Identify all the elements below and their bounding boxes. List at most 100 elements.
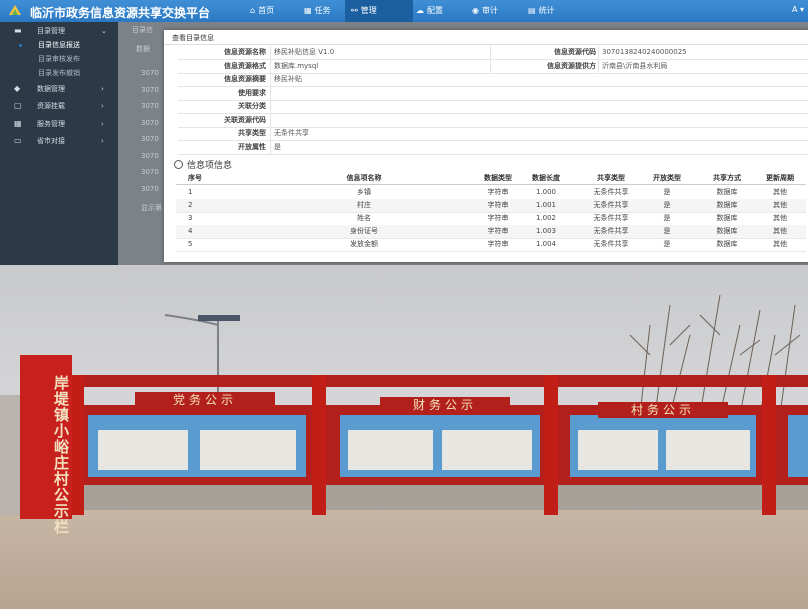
- background-row-id: 3070: [141, 151, 159, 160]
- metadata-label: 信息资源摘要: [224, 75, 266, 83]
- table-row: 3 姓名 字符串 1.002 无条件共享 是 数据库 其他: [176, 212, 806, 226]
- nav-tab-5[interactable]: ▤ 统计: [522, 0, 580, 22]
- table-cell: 无条件共享: [593, 240, 629, 248]
- chevron-right-icon: ›: [101, 85, 104, 93]
- table-cell: 5: [188, 240, 193, 248]
- nav-tab-0[interactable]: ⌂ 首页: [244, 0, 302, 22]
- metadata-row: 信息资源摘要 移民补贴: [178, 73, 808, 87]
- table-cell: 3: [188, 214, 193, 222]
- sidebar-group-3[interactable]: ▦ 服务管理 ›: [0, 116, 118, 132]
- metadata-value: 移民补贴: [274, 75, 302, 83]
- table-cell: 数据库: [716, 188, 738, 196]
- table-cell: 是: [663, 214, 671, 222]
- sidebar-group-0[interactable]: ▬ 目录管理 ⌄: [0, 23, 118, 39]
- chart-icon: ▤: [528, 6, 536, 15]
- share-icon: ⚯: [351, 6, 358, 15]
- chevron-right-icon: ›: [101, 137, 104, 145]
- user-menu-icon[interactable]: A ▾: [792, 5, 804, 14]
- village-notice-board-photo: 岸堤镇小峪庄村公示栏 党务公示 财务公示 村务公示: [0, 265, 808, 609]
- table-row: 4 身份证号 字符串 1.003 无条件共享 是 数据库 其他: [176, 225, 806, 239]
- sidebar-item-0[interactable]: 目录信息报送: [0, 39, 118, 52]
- background-row-id: 3070: [141, 69, 159, 77]
- nav-tab-4[interactable]: ◉ 审计: [466, 0, 524, 22]
- column-header: 数据类型: [484, 174, 512, 182]
- sidebar-group-1[interactable]: ◆ 数据管理 ›: [0, 81, 118, 97]
- sidebar-item-2[interactable]: 目录发布撤销: [0, 67, 118, 80]
- table-cell: 字符串: [487, 240, 509, 248]
- nav-tab-1[interactable]: ▦ 任务: [298, 0, 352, 22]
- metadata-label: 关联资源代码: [224, 115, 266, 124]
- table-cell: 1.003: [535, 227, 557, 235]
- modal-title: 查看目录信息: [172, 34, 214, 42]
- top-navbar: 临沂市政务信息资源共享交换平台 ⌂ 首页 ▦ 任务 ⚯ 管理 ☁ 配置 ◉ 审计 ▤ 统计 A ▾: [0, 0, 808, 22]
- table-cell: 1.001: [535, 201, 557, 209]
- folder-icon: ▬: [14, 26, 22, 35]
- metadata-label: 信息资源代码: [554, 48, 596, 56]
- sidebar-item-1[interactable]: 目录审核发布: [0, 53, 118, 66]
- table-cell: 字符串: [487, 188, 509, 196]
- table-cell: 身份证号: [350, 227, 378, 235]
- nav-tab-label: 配置: [427, 6, 443, 15]
- app-title: 临沂市政务信息资源共享交换平台: [30, 6, 211, 20]
- nav-tab-label: 统计: [538, 6, 555, 15]
- sidebar-item-label: 目录发布撤销: [38, 69, 80, 77]
- metadata-row: 开放属性是: [178, 140, 808, 155]
- table-cell: 其他: [773, 240, 787, 248]
- background-row-id: 3070: [141, 85, 159, 94]
- column-header: 共享方式: [713, 174, 741, 182]
- board-title-finance: 财务公示: [380, 397, 510, 413]
- grid-icon: ▦: [14, 119, 22, 128]
- metadata-value: 数据库.mysql: [274, 61, 319, 70]
- cell-divider: [490, 46, 491, 59]
- logo-icon: [9, 5, 21, 15]
- cell-divider: [270, 59, 271, 73]
- sidebar-item-label: 目录信息报送: [38, 41, 80, 49]
- table-cell: 无条件共享: [593, 214, 629, 222]
- circle-icon: [174, 160, 183, 169]
- sidebar-group-label: 省市对接: [37, 137, 65, 145]
- metadata-row: 使用要求: [178, 86, 808, 101]
- metadata-row: 关联分类: [178, 100, 808, 114]
- metadata-label: 信息资源提供方: [547, 61, 596, 70]
- column-header: 数据长度: [532, 174, 560, 182]
- metadata-label: 信息资源名称: [224, 48, 266, 56]
- nav-tab-3[interactable]: ☁ 配置: [410, 0, 472, 22]
- nav-tab-label: 首页: [258, 6, 275, 15]
- chevron-down-icon: ⌄: [101, 27, 107, 35]
- metadata-row: 信息资源名称 移民补贴信息 V1.0 信息资源代码 30701382402400000…: [178, 46, 808, 60]
- nav-tab-label: 审计: [481, 6, 498, 15]
- table-cell: 是: [663, 188, 671, 196]
- cloud-icon: ☁: [416, 6, 424, 15]
- sidebar-group-2[interactable]: ▢ 资源挂载 ›: [0, 98, 118, 114]
- catalog-detail-modal: 查看目录信息 信息资源名称 移民补贴信息 V1.0 信息资源代码 3070138240…: [164, 30, 808, 262]
- board-title-party: 党务公示: [135, 392, 275, 408]
- table-cell: 1.004: [535, 240, 557, 248]
- table-cell: 其他: [773, 201, 787, 209]
- cell-divider: [270, 46, 271, 59]
- sidebar-group-label: 资源挂载: [37, 102, 65, 110]
- column-header: 序号: [188, 174, 202, 182]
- metadata-label: 关联分类: [238, 102, 266, 110]
- eye-icon: ◉: [472, 6, 479, 15]
- metadata-row: 共享类型 无条件共享: [178, 127, 808, 141]
- table-row: 1 乡镇 字符串 1.000 无条件共享 是 数据库 其他: [176, 186, 806, 200]
- sidebar-group-4[interactable]: ▭ 省市对接 ›: [0, 133, 118, 149]
- info-section-title: 信息项信息: [174, 158, 232, 171]
- nav-tab-2[interactable]: ⚯ 管理: [345, 0, 413, 22]
- chevron-right-icon: ›: [101, 102, 104, 110]
- table-cell: 无条件共享: [593, 188, 629, 196]
- table-cell: 其他: [773, 227, 787, 235]
- background-row-id: 3070: [141, 118, 159, 127]
- chevron-right-icon: ›: [101, 120, 104, 128]
- metadata-row: 关联资源代码: [178, 113, 808, 128]
- table-cell: 乡镇: [357, 188, 371, 196]
- nav-tab-label: 管理: [360, 6, 377, 15]
- sidebar-group-label: 数据管理: [37, 85, 65, 93]
- table-cell: 数据库: [716, 240, 738, 248]
- cell-divider: [270, 140, 271, 154]
- cell-divider: [270, 127, 271, 140]
- background-row-id: 3070: [141, 184, 159, 193]
- table-cell: 2: [188, 201, 193, 209]
- cell-divider: [270, 100, 271, 113]
- file-icon: ▢: [14, 101, 22, 110]
